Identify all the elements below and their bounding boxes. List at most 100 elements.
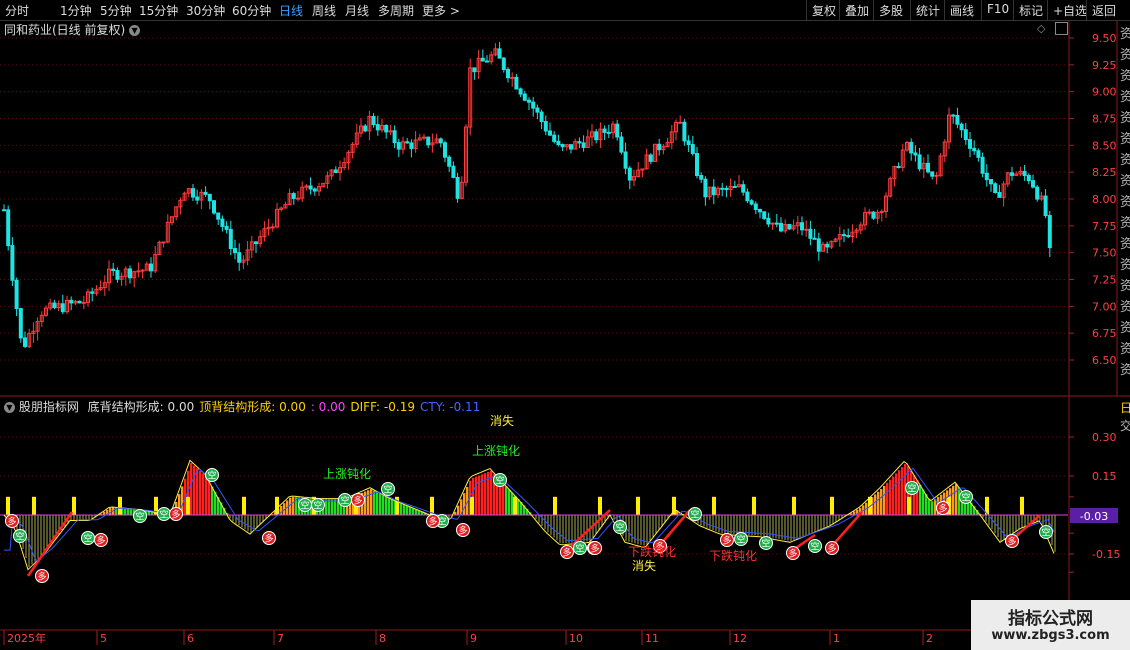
candle-body (955, 114, 960, 125)
ind-signal-bar (636, 496, 640, 515)
candle-body (191, 188, 195, 198)
candle-body (422, 136, 426, 139)
candle-body (909, 141, 914, 154)
candle-body (333, 169, 338, 174)
candle-body (212, 200, 216, 214)
candle-body (934, 174, 939, 177)
candle-body (695, 153, 699, 176)
ind-histogram-bar (502, 483, 505, 515)
indicator-field-4: CTY: -0.11 (419, 400, 481, 414)
ind-histogram-bar (412, 507, 415, 515)
ind-duo-label: 多 (428, 516, 437, 528)
ind-duo-label: 多 (96, 535, 105, 547)
time-axis-label: 2025年 (7, 631, 46, 645)
ind-histogram-bar (463, 493, 466, 515)
candle-body (602, 128, 607, 133)
ind-annotation-up-dull: 上涨钝化 (472, 443, 520, 458)
candle-body (867, 211, 872, 214)
indicator-field-3: DIFF: -0.19 (350, 400, 415, 414)
candle-body (52, 302, 57, 309)
ind-histogram-bar (325, 499, 328, 515)
candle-body (968, 139, 972, 149)
ind-kong-label: 空 (810, 541, 819, 553)
chart-canvas[interactable]: 9.50 9.25 9.00 8.75 8.50 8.25 8.00 7.75 7.50 7.25… (0, 0, 1130, 650)
ind-duo-label: 多 (938, 503, 947, 515)
right-panel-char: 资 (1120, 321, 1130, 336)
ind-histogram-bar (208, 481, 211, 515)
candle-body (619, 136, 624, 153)
ind-histogram-bar (127, 508, 130, 515)
candle-body (749, 200, 754, 205)
candle-body (371, 116, 376, 126)
ind-histogram-bar (955, 483, 958, 515)
ind-histogram-bar (367, 490, 370, 515)
candle-body (816, 238, 821, 252)
price-tick-label: 6.75 (1092, 327, 1117, 340)
ind-signal-bar (598, 496, 602, 515)
candle-body (623, 151, 628, 169)
candle-body (447, 156, 452, 167)
candle-body (426, 136, 431, 146)
indicator-field-0: 底背结构形成: 0.00 (87, 400, 195, 414)
candle-body (556, 140, 561, 146)
ind-signal-bar (32, 496, 36, 515)
candle-body (745, 191, 750, 202)
price-tick-label: 9.25 (1092, 59, 1117, 72)
candle-body (203, 191, 208, 195)
candle-body (409, 142, 414, 149)
candle-body (136, 270, 141, 273)
candle-body (980, 156, 985, 174)
ind-annotation-down-dull: 下跌钝化 (709, 548, 757, 563)
chevron-down-icon[interactable]: ▼ (4, 402, 15, 413)
candle-body (678, 121, 683, 124)
candle-body (224, 225, 229, 230)
candle-body (149, 263, 153, 272)
maximize-icon[interactable] (1055, 22, 1068, 35)
chevron-down-icon[interactable]: ▼ (129, 25, 141, 36)
candle-body (1035, 186, 1040, 200)
ind-signal-bar (118, 496, 122, 515)
ind-annotation-disappear: 消失 (490, 413, 514, 428)
candle-body (81, 301, 86, 304)
ind-histogram-bar (124, 508, 127, 515)
candle-body (930, 171, 935, 177)
ind-duo-label: 多 (353, 495, 362, 507)
candle-body (812, 237, 817, 240)
candle-body (913, 152, 918, 156)
ind-histogram-bar (391, 499, 394, 515)
time-axis-label: 2 (926, 632, 933, 645)
ind-histogram-bar (400, 503, 403, 515)
ind-histogram-bar (205, 476, 208, 515)
candle-body (485, 60, 489, 63)
ind-kong-label: 空 (575, 543, 584, 555)
candle-body (766, 217, 771, 225)
candle-body (480, 57, 485, 62)
candle-body (896, 166, 901, 169)
ind-duo-label: 多 (458, 525, 467, 537)
ind-kong-label: 空 (907, 483, 916, 495)
candle-body (531, 101, 536, 109)
candle-body (984, 172, 989, 181)
candle-body (472, 67, 477, 73)
ind-kong-label: 空 (15, 531, 24, 543)
ind-tick-label: 0.30 (1092, 431, 1117, 444)
diamond-icon[interactable]: ◇ (1037, 22, 1045, 35)
candle-body (1031, 180, 1035, 188)
candle-body (548, 130, 552, 136)
candle-body (1043, 195, 1048, 217)
ind-histogram-bar (376, 492, 379, 515)
time-axis-label: 12 (733, 632, 747, 645)
ind-kong-label: 空 (961, 492, 970, 504)
candle-body (296, 197, 300, 200)
candle-body (451, 165, 456, 178)
candle-body (10, 245, 15, 281)
price-tick-label: 8.75 (1092, 113, 1117, 126)
candle-body (997, 192, 1002, 198)
candle-body (720, 187, 725, 190)
candle-body (291, 193, 296, 199)
candle-body (989, 179, 993, 185)
ind-kong-label: 空 (313, 500, 322, 512)
current-value-label: -0.03 (1080, 510, 1108, 523)
ind-signal-bar (1020, 496, 1024, 515)
ind-duo-label: 多 (37, 571, 46, 583)
